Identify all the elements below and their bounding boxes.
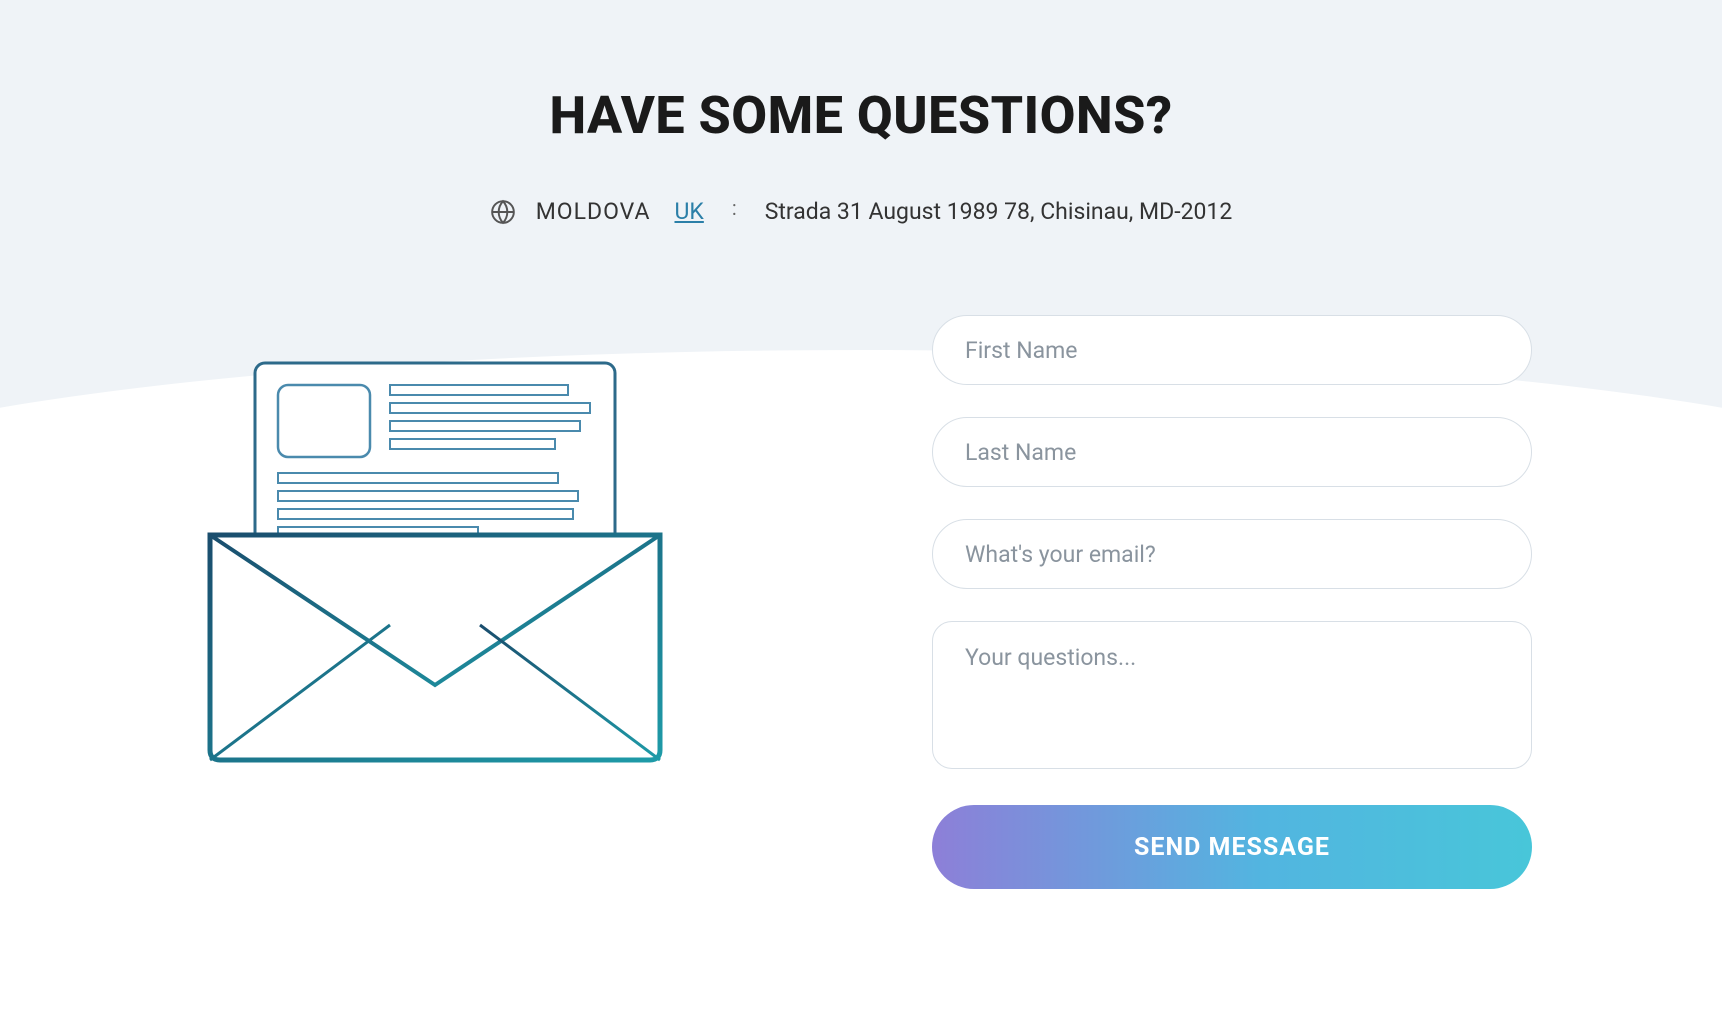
email-input[interactable] (932, 519, 1532, 589)
globe-icon (490, 199, 516, 225)
location-separator: : (732, 196, 737, 220)
page-container: HAVE SOME QUESTIONS? MOLDOVA UK : Strada… (0, 0, 1722, 1010)
first-name-input[interactable] (932, 315, 1532, 385)
location-bar: MOLDOVA UK : Strada 31 August 1989 78, C… (0, 198, 1722, 225)
location-active-country: MOLDOVA (536, 198, 651, 225)
page-title: HAVE SOME QUESTIONS? (0, 85, 1722, 146)
envelope-icon (190, 345, 680, 765)
location-address: Strada 31 August 1989 78, Chisinau, MD-2… (765, 198, 1233, 225)
questions-textarea[interactable] (932, 621, 1532, 769)
contact-form: SEND MESSAGE (932, 315, 1532, 889)
illustration-column (190, 315, 680, 769)
location-link-uk[interactable]: UK (674, 198, 703, 225)
send-message-button[interactable]: SEND MESSAGE (932, 805, 1532, 889)
content-row: SEND MESSAGE (0, 315, 1722, 889)
last-name-input[interactable] (932, 417, 1532, 487)
